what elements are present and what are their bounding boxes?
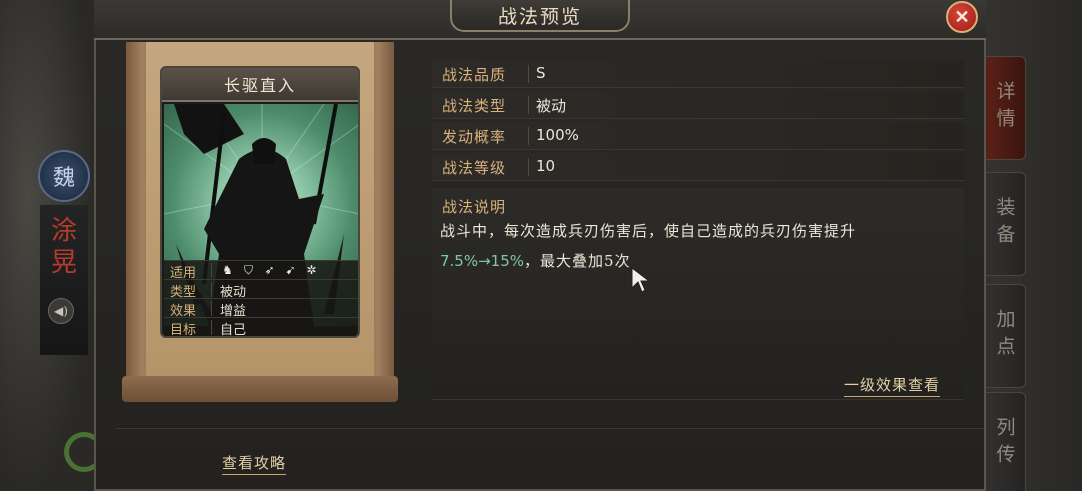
panel-title-text: 战法预览: [497, 5, 582, 28]
attribute-trigger-rate: 发动概率 100%: [432, 122, 964, 150]
description-line-2-rest: ，最大叠加5次: [524, 252, 631, 270]
card-row-applicable: 适用 ♞ ⛉ ➶ ➹ ✲: [164, 260, 358, 281]
scroll-roller: [122, 376, 398, 402]
card-row-key: 目标: [170, 323, 197, 338]
cursor-icon: [631, 266, 651, 293]
tab-equipment-label: 装备: [993, 197, 1016, 251]
cavalry-icon: ♞: [222, 263, 233, 277]
tab-equipment[interactable]: 装备: [984, 172, 1026, 276]
attribute-key: 战法类型: [442, 97, 507, 115]
attribute-level: 战法等级 10: [432, 153, 964, 181]
first-level-effect-link[interactable]: 一级效果查看: [844, 374, 941, 397]
spear-icon: ➹: [285, 263, 296, 277]
card-row-type: 类型 被动: [164, 279, 358, 300]
wheel-icon: ✲: [306, 263, 317, 277]
shield-icon: ⛉: [243, 263, 253, 277]
description-line-1: 战斗中，每次造成兵刃伤害后，使自己造成的兵刃伤害提升: [440, 222, 857, 240]
panel-title: 战法预览: [450, 0, 630, 32]
card-row-separator: [211, 320, 212, 335]
card-row-separator: [211, 301, 212, 316]
tactic-name: 长驱直入: [223, 76, 296, 95]
attribute-quality: 战法品质 S: [432, 60, 964, 88]
attribute-type: 战法类型 被动: [432, 91, 964, 119]
faction-label: 魏: [52, 166, 75, 191]
tab-biography[interactable]: 列传: [984, 392, 1026, 491]
card-row-separator: [211, 282, 212, 297]
tactic-description: 战法说明 战斗中，每次造成兵刃伤害后，使自己造成的兵刃伤害提升 7.5%→15%…: [432, 188, 964, 400]
hero-name: 涂 晃: [50, 216, 77, 278]
attribute-value: 100%: [536, 126, 579, 144]
attribute-value: 被动: [536, 97, 567, 115]
attribute-separator: [528, 96, 529, 114]
faction-badge: 魏: [38, 150, 90, 202]
card-row-target: 目标 自己: [164, 317, 358, 338]
footer-divider: [116, 428, 984, 429]
view-guide-link[interactable]: 查看攻略: [222, 452, 287, 475]
attribute-key: 战法等级: [442, 159, 507, 177]
speaker-icon[interactable]: ◀): [48, 298, 74, 324]
tab-biography-label: 列传: [993, 417, 1016, 471]
troop-types: ♞ ⛉ ➶ ➹ ✲: [220, 263, 319, 278]
attribute-key: 发动概率: [442, 128, 507, 146]
tab-details[interactable]: 详情: [984, 56, 1026, 160]
tab-details-label: 详情: [993, 81, 1016, 135]
tab-points[interactable]: 加点: [984, 284, 1026, 388]
tactic-card-title: 长驱直入: [162, 68, 358, 102]
card-row-separator: [211, 263, 212, 278]
attribute-separator: [528, 65, 529, 83]
close-icon: ✕: [954, 6, 970, 28]
close-button[interactable]: ✕: [946, 1, 978, 33]
attribute-value: 10: [536, 157, 556, 175]
attribute-separator: [528, 158, 529, 176]
tab-points-label: 加点: [993, 309, 1016, 363]
tactic-card-info: 适用 ♞ ⛉ ➶ ➹ ✲ 类型 被动 效果 增益 目标 自己: [164, 260, 358, 338]
card-row-value: 自己: [220, 323, 247, 338]
description-line-2: 7.5%→15%，最大叠加5次: [440, 250, 631, 271]
tactic-card: 长驱直入 适用 ♞ ⛉ ➶ ➹ ✲ 类型 被动 效果 增益 目标 自己: [160, 66, 360, 338]
attribute-separator: [528, 127, 529, 145]
card-row-effect: 效果 增益: [164, 298, 358, 319]
bow-icon: ➶: [264, 263, 275, 277]
attribute-key: 战法品质: [442, 66, 507, 84]
effect-value-range: 7.5%→15%: [440, 252, 525, 270]
attribute-value: S: [536, 64, 546, 82]
description-title: 战法说明: [442, 198, 507, 216]
